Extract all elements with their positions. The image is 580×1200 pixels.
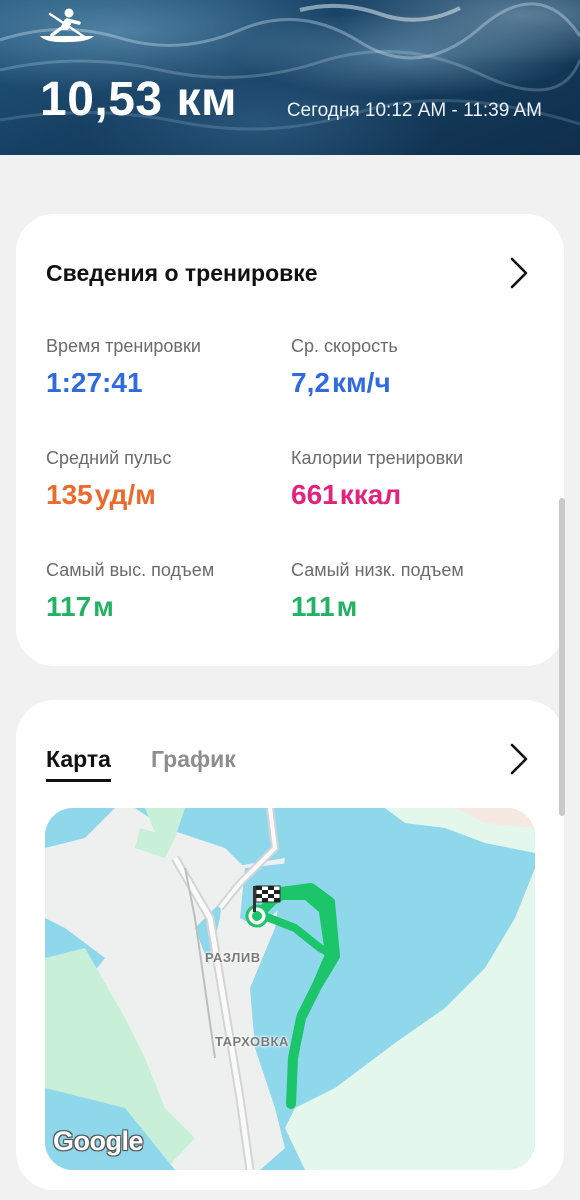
stat-avg-speed: Ср. скорость 7,2км/ч (291, 336, 398, 399)
rowing-icon (40, 8, 94, 43)
map-card: Карта График РАЗЛИВ ТАРХОВКА Google (16, 700, 564, 1190)
stat-label: Самый низк. подъем (291, 560, 464, 580)
map-label-razliv: РАЗЛИВ (205, 950, 261, 965)
route-map[interactable]: РАЗЛИВ ТАРХОВКА Google (45, 808, 535, 1170)
stat-value: 117м (46, 591, 114, 622)
stat-calories: Калории тренировки 661ккал (291, 448, 463, 511)
google-logo: Google (53, 1126, 144, 1156)
stat-value: 135уд/м (46, 479, 156, 510)
chevron-right-icon[interactable] (508, 742, 530, 776)
stat-max-elevation: Самый выс. подъем 117м (46, 560, 214, 623)
stat-value: 7,2км/ч (291, 367, 391, 398)
header-banner: 10,53 км Сегодня 10:12 AM - 11:39 AM (0, 0, 580, 155)
stat-min-elevation: Самый низк. подъем 111м (291, 560, 464, 623)
workout-time-range: Сегодня 10:12 AM - 11:39 AM (286, 100, 542, 121)
tab-map[interactable]: Карта (46, 746, 111, 782)
chevron-right-icon[interactable] (508, 256, 530, 290)
stat-value: 661ккал (291, 479, 402, 510)
stat-label: Ср. скорость (291, 336, 398, 356)
stat-avg-heart-rate: Средний пульс 135уд/м (46, 448, 171, 511)
stat-duration: Время тренировки 1:27:41 (46, 336, 201, 399)
total-distance: 10,53 км (40, 73, 237, 126)
stat-label: Время тренировки (46, 336, 201, 356)
stat-value: 1:27:41 (46, 367, 143, 398)
workout-details-title: Сведения о тренировке (46, 260, 318, 286)
stat-value: 111м (291, 591, 358, 622)
map-label-tarkhovka: ТАРХОВКА (215, 1034, 289, 1049)
scrollbar[interactable] (559, 498, 565, 816)
workout-details-card[interactable]: Сведения о тренировке Время тренировки 1… (16, 214, 564, 666)
stat-label: Самый выс. подъем (46, 560, 215, 580)
map-canvas (45, 808, 535, 1170)
stat-label: Средний пульс (46, 448, 172, 468)
tab-graph[interactable]: График (151, 746, 236, 773)
start-circle-icon (245, 904, 269, 928)
stat-label: Калории тренировки (291, 448, 464, 468)
